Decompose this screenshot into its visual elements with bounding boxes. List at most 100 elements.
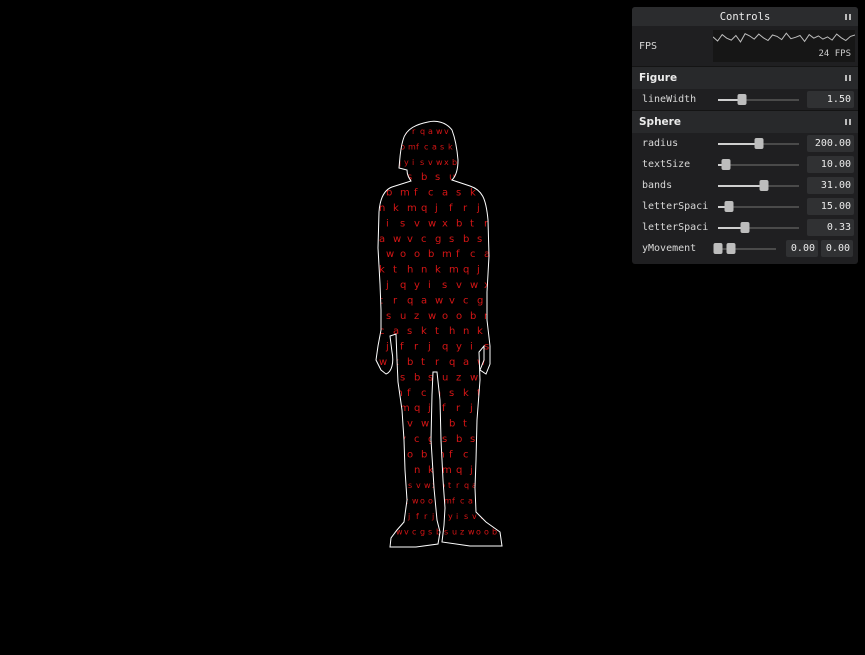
sphere-letter: q — [484, 403, 490, 414]
text-size-slider[interactable] — [717, 159, 800, 170]
sphere-letter: y — [414, 280, 420, 291]
sphere-letter: s — [407, 326, 412, 337]
sphere-letter: z — [456, 372, 461, 383]
sphere-letter: i — [379, 419, 382, 430]
sphere-letter: b — [379, 388, 385, 399]
sphere-letter: j — [503, 142, 506, 151]
sphere-letter: c — [379, 172, 385, 183]
folder-figure-title: Figure — [639, 72, 678, 84]
folder-sphere[interactable]: Sphere — [632, 110, 858, 133]
sphere-letter: j — [476, 265, 480, 276]
y-movement-slider[interactable] — [713, 243, 776, 254]
control-letter-spacing-2: letterSpaci 0.33 — [632, 217, 858, 238]
letter-spacing-2-input[interactable]: 0.33 — [807, 219, 854, 236]
sphere-letter: a — [421, 295, 427, 306]
sphere-letter: m — [392, 512, 400, 521]
control-line-width: lineWidth 1.50 — [632, 89, 858, 110]
collapse-icon[interactable] — [845, 119, 851, 125]
sphere-letter: o — [384, 142, 389, 151]
line-width-slider[interactable] — [717, 94, 800, 105]
sphere-letter: w — [480, 481, 487, 490]
sphere-letter: c — [463, 295, 469, 306]
sphere-letter: t — [421, 357, 425, 368]
sphere-letter: k — [470, 188, 476, 199]
sphere-letter: b — [386, 188, 392, 199]
letter-spacing-1-input[interactable]: 15.00 — [807, 198, 854, 215]
bands-input[interactable]: 31.00 — [807, 177, 854, 194]
y-movement-input-b[interactable]: 0.00 — [821, 240, 853, 257]
slider-thumb[interactable] — [759, 180, 769, 191]
sphere-letter: r — [414, 342, 419, 353]
sphere-letter: k — [393, 203, 399, 214]
sphere-letter: f — [400, 342, 404, 353]
slider-thumb-a[interactable] — [713, 243, 723, 254]
sphere-letter: v — [498, 342, 504, 353]
sphere-letter: n — [463, 326, 469, 337]
slider-thumb[interactable] — [740, 222, 750, 233]
sphere-letter: a — [372, 434, 378, 445]
sphere-letter: m — [393, 388, 403, 399]
sphere-letter: v — [472, 512, 477, 521]
sphere-letter: m — [491, 326, 501, 337]
sphere-letter: y — [392, 481, 397, 490]
collapse-icon[interactable] — [845, 75, 851, 81]
sphere-letter: o — [442, 311, 448, 322]
sphere-letter: g — [420, 527, 425, 536]
sphere-letter: t — [386, 465, 390, 476]
sphere-letter: b — [470, 311, 476, 322]
radius-input[interactable]: 200.00 — [807, 135, 854, 152]
sphere-letter: g — [393, 172, 399, 183]
sphere-letter: s — [393, 419, 398, 430]
sphere-letter: w — [435, 295, 443, 306]
sphere-letter: m — [442, 249, 452, 260]
y-movement-input-a[interactable]: 0.00 — [786, 240, 818, 257]
sphere-letter: w — [412, 497, 419, 506]
control-y-movement: yMovement 0.00 0.00 — [632, 238, 858, 259]
sphere-letter: k — [477, 326, 483, 337]
letter-spacing-2-slider[interactable] — [717, 222, 800, 233]
sphere-letter: x — [444, 158, 449, 167]
sphere-letter: n — [372, 403, 378, 414]
radius-slider[interactable] — [717, 138, 800, 149]
sphere-letter: j — [434, 203, 438, 214]
folder-figure[interactable]: Figure — [632, 66, 858, 89]
slider-thumb-b[interactable] — [726, 243, 736, 254]
collapse-icon[interactable] — [845, 13, 851, 20]
sphere-letter: c — [421, 234, 427, 245]
controls-title-bar[interactable]: Controls — [632, 7, 858, 26]
sphere-letter: i — [470, 342, 473, 353]
sphere-letter: o — [393, 449, 399, 460]
sphere-letter: v — [416, 481, 421, 490]
sphere-letter: h — [449, 326, 455, 337]
sphere-letter: s — [491, 449, 496, 460]
sphere-letter: q — [449, 357, 455, 368]
sphere-letter: f — [456, 249, 460, 260]
sphere-letter: w — [470, 280, 478, 291]
sphere-letter: q — [463, 265, 469, 276]
line-width-label: lineWidth — [642, 94, 697, 105]
slider-thumb[interactable] — [737, 94, 747, 105]
sphere-letter: r — [424, 512, 428, 521]
letter-spacing-1-slider[interactable] — [717, 201, 800, 212]
slider-thumb[interactable] — [721, 159, 731, 170]
line-width-input[interactable]: 1.50 — [807, 91, 854, 108]
slider-thumb[interactable] — [724, 201, 734, 212]
bands-label: bands — [642, 180, 673, 191]
sphere-letter: b — [498, 280, 504, 291]
sphere-letter: r — [498, 465, 503, 476]
sphere-letter: r — [372, 280, 377, 291]
sphere-letter: y — [372, 218, 378, 229]
sphere-letter: a — [442, 188, 448, 199]
text-size-input[interactable]: 10.00 — [807, 156, 854, 173]
sphere-letter: s — [442, 434, 447, 445]
sphere-letter: r — [380, 158, 384, 167]
sphere-letter: q — [476, 158, 481, 167]
sphere-letter: t — [492, 497, 495, 506]
bands-slider[interactable] — [717, 180, 800, 191]
slider-thumb[interactable] — [754, 138, 764, 149]
sphere-letter: w — [492, 158, 499, 167]
sphere-letter: n — [472, 142, 477, 151]
sphere-letter: a — [484, 158, 489, 167]
sphere-letter: t — [470, 218, 474, 229]
sphere-letter: a — [388, 527, 393, 536]
